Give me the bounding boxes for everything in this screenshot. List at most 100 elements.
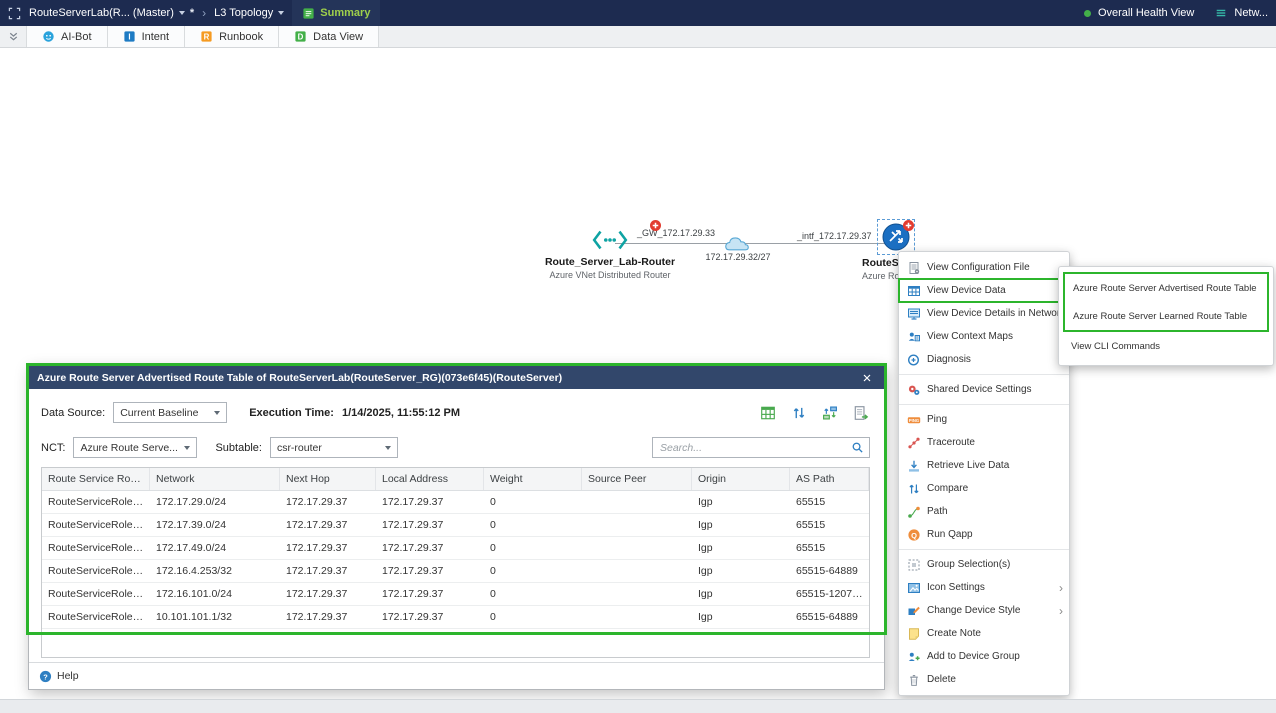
table-cell: RouteServiceRole_...	[42, 583, 150, 605]
topology-link[interactable]	[615, 243, 895, 244]
column-header-origin[interactable]: Origin	[692, 468, 790, 490]
menu-item-label: Shared Device Settings	[927, 384, 1032, 395]
intent-icon: I	[123, 30, 136, 43]
table-cell	[582, 606, 692, 628]
data-source-select[interactable]: Current Baseline	[113, 402, 227, 423]
data-source-value: Current Baseline	[120, 407, 198, 419]
menu-item-label: Icon Settings	[927, 582, 985, 593]
dialog-title-bar[interactable]: Azure Route Server Advertised Route Tabl…	[29, 366, 884, 389]
delete-icon	[907, 673, 921, 687]
menu-item-shared-device-settings[interactable]: Shared Device Settings	[899, 378, 1069, 401]
table-cell: RouteServiceRole_...	[42, 514, 150, 536]
help-icon[interactable]: ?	[39, 670, 52, 683]
cloud-icon[interactable]	[723, 234, 751, 257]
table-cell: Igp	[692, 514, 790, 536]
table-cell: 0	[484, 491, 582, 513]
column-header-local-address[interactable]: Local Address	[376, 468, 484, 490]
table-cell: 0	[484, 537, 582, 559]
compare-data-button[interactable]	[790, 404, 808, 422]
expand-icon[interactable]	[8, 7, 21, 20]
table-row[interactable]: RouteServiceRole_...172.17.29.0/24172.17…	[42, 491, 869, 514]
link-label-intf: _intf_172.17.29.37	[797, 231, 872, 241]
table-cell: Igp	[692, 491, 790, 513]
menu-item-create-note[interactable]: Create Note	[899, 622, 1069, 645]
column-header-next-hop[interactable]: Next Hop	[280, 468, 376, 490]
toolbar-ribbon: AI-BotIIntentRRunbookDData View	[0, 26, 1276, 48]
menu-item-view-device-data[interactable]: View Device Data›	[899, 279, 1069, 302]
table-view-button[interactable]	[759, 404, 777, 422]
table-row[interactable]: RouteServiceRole_...172.17.49.0/24172.17…	[42, 537, 869, 560]
menu-item-retrieve-live-data[interactable]: Retrieve Live Data	[899, 454, 1069, 477]
subtable-select[interactable]: csr-router	[270, 437, 398, 458]
ribbon-tab-data-view[interactable]: DData View	[279, 26, 379, 47]
dialog-controls-row-2: NCT: Azure Route Serve... Subtable: csr-…	[41, 437, 870, 458]
view-menu[interactable]: L3 Topology	[214, 7, 284, 19]
search-input[interactable]	[658, 441, 851, 455]
table-cell: 65515	[790, 514, 869, 536]
column-header-as-path[interactable]: AS Path	[790, 468, 869, 490]
menu-item-compare[interactable]: Compare	[899, 477, 1069, 500]
help-link[interactable]: Help	[57, 670, 79, 682]
group-selection-icon	[907, 558, 921, 572]
menu-item-path[interactable]: Path	[899, 500, 1069, 523]
table-cell	[582, 583, 692, 605]
context-submenu: Azure Route Server Advertised Route Tabl…	[1058, 266, 1274, 366]
submenu-item-azure-route-server-advertised-route-table[interactable]: Azure Route Server Advertised Route Tabl…	[1065, 274, 1267, 302]
table-cell: 172.17.29.37	[376, 583, 484, 605]
table-view-icon	[760, 405, 776, 421]
ribbon-tab-runbook[interactable]: RRunbook	[185, 26, 279, 47]
table-row[interactable]: RouteServiceRole_...10.101.101.1/32172.1…	[42, 606, 869, 629]
export-button[interactable]	[852, 404, 870, 422]
overall-health-view-button[interactable]: Overall Health View	[1098, 7, 1194, 19]
netbrain-screen: RouteServerLab(R... (Master) * › L3 Topo…	[0, 0, 1276, 713]
collapse-ribbon-button[interactable]	[0, 26, 26, 47]
menu-item-delete[interactable]: Delete	[899, 668, 1069, 691]
router-node[interactable]	[591, 227, 629, 258]
column-header-weight[interactable]: Weight	[484, 468, 582, 490]
menu-item-view-context-maps[interactable]: View Context Maps	[899, 325, 1069, 348]
health-status-dot	[1084, 10, 1091, 17]
table-row[interactable]: RouteServiceRole_...172.16.4.253/32172.1…	[42, 560, 869, 583]
shared-settings-icon	[907, 383, 921, 397]
menu-item-view-device-details-in-network[interactable]: View Device Details in Network	[899, 302, 1069, 325]
submenu-item-view-cli-commands[interactable]: View CLI Commands	[1063, 332, 1269, 360]
menu-item-run-qapp[interactable]: QRun Qapp	[899, 523, 1069, 546]
table-cell: 172.17.29.0/24	[150, 491, 280, 513]
svg-text:R: R	[204, 32, 210, 41]
menu-item-ping[interactable]: PINGPing	[899, 408, 1069, 431]
add-device-group-icon	[907, 650, 921, 664]
menu-item-label: Change Device Style	[927, 605, 1020, 616]
column-header-network[interactable]: Network	[150, 468, 280, 490]
map-title-menu[interactable]: RouteServerLab(R... (Master) *	[29, 7, 194, 19]
transpose-button[interactable]	[821, 404, 839, 422]
menu-item-traceroute[interactable]: Traceroute	[899, 431, 1069, 454]
nct-select[interactable]: Azure Route Serve...	[73, 437, 197, 458]
ribbon-tab-ai-bot[interactable]: AI-Bot	[26, 26, 108, 47]
menu-item-label: View Context Maps	[927, 331, 1013, 342]
table-row[interactable]: RouteServiceRole_...172.16.101.0/24172.1…	[42, 583, 869, 606]
menu-item-diagnosis[interactable]: Diagnosis›	[899, 348, 1069, 371]
tab-summary[interactable]: Summary	[292, 0, 380, 26]
chevron-down-icon	[214, 411, 220, 415]
table-cell: RouteServiceRole_...	[42, 560, 150, 582]
column-header-source-peer[interactable]: Source Peer	[582, 468, 692, 490]
nct-value: Azure Route Serve...	[80, 442, 177, 454]
menu-item-group-selection-s[interactable]: Group Selection(s)	[899, 553, 1069, 576]
close-icon[interactable]	[858, 369, 876, 387]
menu-item-icon-settings[interactable]: Icon Settings›	[899, 576, 1069, 599]
menu-item-view-configuration-file[interactable]: View Configuration File	[899, 256, 1069, 279]
column-header-route-service-role[interactable]: Route Service Role...	[42, 468, 150, 490]
table-row[interactable]: RouteServiceRole_...172.17.39.0/24172.17…	[42, 514, 869, 537]
status-bar	[0, 699, 1276, 713]
network-pane-button[interactable]: Netw...	[1234, 7, 1268, 19]
menu-item-add-to-device-group[interactable]: Add to Device Group	[899, 645, 1069, 668]
search-icon[interactable]	[851, 441, 864, 454]
map-title: RouteServerLab(R... (Master)	[29, 7, 174, 19]
ping-icon: PING	[907, 413, 921, 427]
dialog-footer: ? Help	[29, 662, 884, 689]
search-box	[652, 437, 870, 458]
menu-item-change-device-style[interactable]: Change Device Style›	[899, 599, 1069, 622]
ribbon-tab-intent[interactable]: IIntent	[108, 26, 186, 47]
submenu-item-azure-route-server-learned-route-table[interactable]: Azure Route Server Learned Route Table	[1065, 302, 1267, 330]
alert-badge-icon	[903, 218, 914, 229]
